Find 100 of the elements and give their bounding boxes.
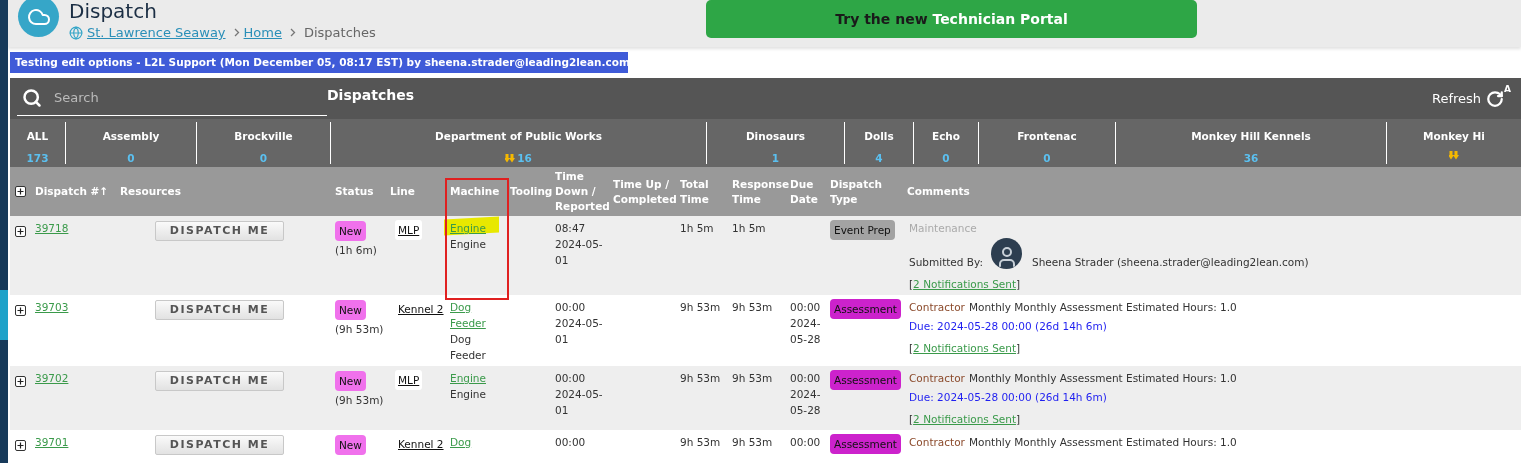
response-time: 9h 53m	[732, 435, 774, 450]
bracket: [	[909, 341, 914, 356]
bracket: ]	[1016, 412, 1021, 427]
column-header: Due Date	[790, 176, 819, 207]
notifications-link[interactable]: 2 Notifications Sent	[913, 411, 1017, 427]
column-header: Comments	[907, 184, 971, 199]
bracket: ]	[1016, 277, 1021, 292]
column-header: Tooling	[510, 184, 554, 199]
avatar-icon	[991, 238, 1023, 269]
department-tab[interactable]: Frontenac 0	[979, 119, 1115, 167]
expand-icon[interactable]	[15, 226, 26, 237]
comment-category: Contractor	[909, 301, 965, 313]
time-down: 00:00 2024-05-01	[555, 300, 604, 347]
dispatch-number-link[interactable]: 39703	[35, 301, 69, 313]
page-title: Dispatch	[69, 0, 158, 22]
notice-text: Testing edit options - L2L Support (Mon December 05, 08:17 EST) by sheena.strader@leading2lean.com	[15, 54, 630, 70]
column-header: Status	[335, 184, 375, 199]
dispatch-type-badge: Assessment	[830, 370, 901, 390]
comment-text: Monthly Monthly Assessment Estimated Hours: 1.0	[968, 436, 1237, 448]
column-header: Dispatch #↑	[35, 184, 110, 199]
bracket: [	[909, 277, 914, 292]
department-tab[interactable]: Assembly 0	[66, 119, 196, 167]
due-date: 00:00 2024-05-28	[790, 300, 822, 347]
dispatch-number-link[interactable]: 39718	[35, 222, 69, 234]
comment-text: Monthly Monthly Assessment Estimated Hours: 1.0	[968, 301, 1237, 313]
department-tab[interactable]: Monkey Hill Kennels 36	[1116, 119, 1386, 167]
notifications-link[interactable]: 2 Notifications Sent	[913, 276, 1017, 292]
response-time: 9h 53m	[732, 300, 774, 315]
search-input[interactable]: Search	[54, 88, 254, 108]
breadcrumb-current: Dispatches	[303, 24, 376, 42]
machine-name: Engine	[450, 387, 486, 402]
due-date: 00:00	[790, 435, 822, 450]
department-tab[interactable]: Echo 0	[914, 119, 978, 167]
department-tab[interactable]: Brockville 0	[197, 119, 330, 167]
machine-name: Dog Feeder	[450, 332, 487, 363]
status-badge: New	[335, 435, 366, 455]
total-time: 9h 53m	[680, 300, 722, 315]
comment-category: Contractor	[909, 372, 965, 384]
total-time: 9h 53m	[680, 371, 722, 386]
due-text: Due: 2024-05-28 00:00 (26d 14h 6m)	[909, 319, 1108, 334]
machine-link[interactable]: Dog	[450, 434, 472, 450]
line-link[interactable]: MLP	[395, 370, 423, 390]
column-header: Line	[390, 184, 416, 199]
breadcrumb-link[interactable]: St. Lawrence Seaway	[87, 23, 226, 43]
comment-category: Contractor	[909, 436, 965, 448]
app-logo-icon	[18, 0, 59, 37]
dispatch-number-link[interactable]: 39702	[35, 372, 69, 384]
time-down: 08:47 2024-05-01	[555, 221, 604, 268]
search-icon	[22, 88, 42, 108]
refresh-icon	[1486, 89, 1505, 108]
status-age: (9h 53m)	[335, 393, 384, 408]
globe-icon	[69, 25, 83, 40]
expand-icon[interactable]	[15, 305, 26, 316]
section-title: Dispatches	[327, 86, 414, 105]
notifications-link[interactable]: 2 Notifications Sent	[913, 340, 1017, 356]
expand-icon[interactable]	[15, 376, 26, 387]
column-header: Dispatch Type	[830, 176, 883, 207]
bracket: [	[909, 412, 914, 427]
submitted-by-label: Submitted By:	[909, 255, 984, 270]
response-time: 9h 53m	[732, 371, 774, 386]
dispatch-me-button[interactable]: DISPATCH ME	[155, 221, 284, 241]
dispatch-me-button[interactable]: DISPATCH ME	[155, 300, 284, 320]
dispatch-type-badge: Assessment	[830, 299, 901, 319]
dispatch-me-button[interactable]: DISPATCH ME	[155, 435, 284, 455]
breadcrumb-link[interactable]: Home	[243, 23, 282, 43]
machine-name: Engine	[450, 237, 486, 252]
department-tab[interactable]: Monkey Hi	[1387, 119, 1521, 167]
chevron-icon	[289, 28, 296, 38]
time-down: 00:00	[555, 435, 587, 450]
due-text: Due: 2024-05-28 00:00 (26d 14h 6m)	[909, 390, 1108, 405]
comment-category: Maintenance	[909, 222, 977, 234]
bracket: ]	[1016, 341, 1021, 356]
department-tab[interactable]: Department of Public Works 16	[331, 119, 706, 167]
department-tab[interactable]: Dolls 4	[845, 119, 913, 167]
technician-portal-button[interactable]: Try the new Technician Portal	[706, 0, 1197, 38]
expand-icon[interactable]	[15, 186, 26, 197]
status-badge: New	[335, 371, 366, 391]
machine-link[interactable]: Engine	[450, 370, 486, 386]
line-link[interactable]: MLP	[395, 220, 423, 240]
total-time: 9h 53m	[680, 435, 722, 450]
dispatch-number-link[interactable]: 39701	[35, 436, 69, 448]
dispatch-type-badge: Assessment	[830, 434, 901, 454]
comment-text: Monthly Monthly Assessment Estimated Hours: 1.0	[968, 372, 1237, 384]
column-header: Response Time	[732, 176, 790, 207]
column-header: Resources	[119, 184, 182, 199]
machine-link[interactable]: Dog Feeder	[450, 299, 510, 331]
dispatch-type-badge: Event Prep	[830, 220, 895, 240]
status-badge: New	[335, 221, 366, 241]
department-tab[interactable]: Dinosaurs 1	[707, 119, 844, 167]
department-tab[interactable]: ALL 173	[10, 119, 65, 167]
due-date: 00:00 2024-05-28	[790, 371, 822, 418]
status-badge: New	[335, 300, 366, 320]
submitter-name: Sheena Strader (sheena.strader@leading2lean.com)	[1032, 255, 1309, 270]
dispatch-me-button[interactable]: DISPATCH ME	[155, 371, 284, 391]
total-time: 1h 5m	[680, 221, 715, 236]
status-age: (9h 53m)	[335, 322, 384, 337]
expand-icon[interactable]	[15, 440, 26, 451]
column-header: Time Up / Completed	[613, 176, 678, 207]
column-header: Total Time	[680, 176, 710, 207]
column-header: Machine	[450, 184, 501, 199]
